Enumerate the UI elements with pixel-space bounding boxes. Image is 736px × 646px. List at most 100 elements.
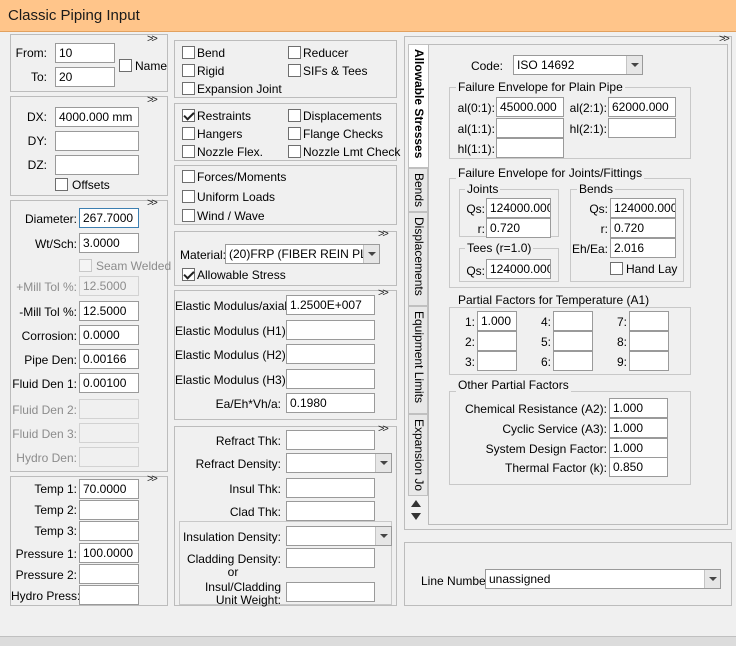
nozzle-lmt-check-checkbox[interactable] <box>288 145 301 158</box>
tab-displacements[interactable]: Displacements <box>408 212 428 306</box>
rigid-checkbox[interactable] <box>182 64 195 77</box>
tab-bends[interactable]: Bends <box>408 168 428 212</box>
bends-qs-input[interactable]: 124000.000 <box>610 198 676 218</box>
hangers-checkbox[interactable] <box>182 127 195 140</box>
seam-welded-checkbox[interactable] <box>79 259 92 272</box>
minus-mill-tol-input[interactable]: 12.5000 <box>79 301 139 321</box>
joints-r-input[interactable]: 0.720 <box>486 218 551 238</box>
temp-factor-2-input[interactable] <box>477 331 517 351</box>
sifs-tees-checkbox[interactable] <box>288 64 301 77</box>
insul-thk-input[interactable] <box>286 478 375 498</box>
tab-scroll-up-icon[interactable] <box>411 500 421 507</box>
offsets-checkbox[interactable] <box>55 178 68 191</box>
corrosion-input[interactable]: 0.0000 <box>79 325 139 345</box>
elastic-modulus-axial-input[interactable]: 1.2500E+007 <box>286 295 375 315</box>
temp-2-input[interactable] <box>79 500 139 520</box>
al01-input[interactable]: 45000.000 <box>496 97 564 117</box>
chevron-down-icon[interactable] <box>375 527 391 545</box>
cyclic-service-input[interactable]: 1.000 <box>609 418 668 438</box>
line-number-select[interactable]: unassigned <box>485 569 721 589</box>
pressure-1-input[interactable]: 100.0000 <box>79 543 139 563</box>
temp-factor-5-input[interactable] <box>553 331 593 351</box>
restraints-checkbox[interactable] <box>182 109 195 122</box>
eh-ea-input[interactable]: 2.016 <box>610 238 676 258</box>
clad-thk-input[interactable] <box>286 501 375 521</box>
flange-checks-checkbox[interactable] <box>288 127 301 140</box>
diameter-input[interactable]: 267.7000 <box>79 208 139 228</box>
hydro-den-input[interactable] <box>79 447 139 467</box>
plus-mill-tol-input[interactable]: 12.5000 <box>79 276 139 296</box>
temp-factor-4-input[interactable] <box>553 311 593 331</box>
tab-scroll-down-icon[interactable] <box>411 513 421 520</box>
temp-factor-1-input[interactable]: 1.000 <box>477 311 517 331</box>
chemical-resistance-input[interactable]: 1.000 <box>609 398 668 418</box>
reducer-checkbox[interactable] <box>288 46 301 59</box>
panel-expand-button[interactable]: >> <box>147 473 158 485</box>
uniform-loads-checkbox[interactable] <box>182 190 195 203</box>
temp-factor-7-input[interactable] <box>629 311 669 331</box>
forces-moments-checkbox[interactable] <box>182 170 195 183</box>
dx-input[interactable]: 4000.000 mm <box>55 107 139 127</box>
tees-qs-input[interactable]: 124000.000 <box>486 259 551 279</box>
chevron-down-icon[interactable] <box>704 570 720 588</box>
temp-factor-8-input[interactable] <box>629 331 669 351</box>
to-node-input[interactable]: 20 <box>55 67 115 87</box>
temp-2-label: Temp 2: <box>34 503 77 517</box>
bends-r-input[interactable]: 0.720 <box>610 218 676 238</box>
hl21-input[interactable] <box>608 118 676 138</box>
pressure-2-input[interactable] <box>79 564 139 584</box>
dz-input[interactable] <box>55 155 139 175</box>
tab-allowable-stresses[interactable]: Allowable Stresses <box>408 44 428 168</box>
temp-factor-9-input[interactable] <box>629 351 669 371</box>
pipe-den-input[interactable]: 0.00166 <box>79 349 139 369</box>
elastic-modulus-h3-input[interactable] <box>286 369 375 389</box>
fluid-den-1-input[interactable]: 0.00100 <box>79 373 139 393</box>
hydro-press-input[interactable] <box>79 585 139 605</box>
displacements-checkbox[interactable] <box>288 109 301 122</box>
hl11-input[interactable] <box>496 138 564 158</box>
thermal-factor-input[interactable]: 0.850 <box>609 457 668 477</box>
tab-expansion-joints[interactable]: Expansion Jo <box>408 414 428 496</box>
temp-1-input[interactable]: 70.0000 <box>79 479 139 499</box>
insulation-density-select[interactable] <box>286 526 392 546</box>
wtsch-input[interactable]: 3.0000 <box>79 233 139 253</box>
joints-qs-input[interactable]: 124000.000 <box>486 198 551 218</box>
system-design-factor-input[interactable]: 1.000 <box>609 438 668 458</box>
temp-factor-3-input[interactable] <box>477 351 517 371</box>
dy-input[interactable] <box>55 131 139 151</box>
name-checkbox[interactable] <box>119 59 132 72</box>
refract-thk-input[interactable] <box>286 430 375 450</box>
bottom-scrollbar[interactable] <box>0 636 736 646</box>
al11-input[interactable] <box>496 118 564 138</box>
allowable-stress-checkbox[interactable] <box>182 268 195 281</box>
panel-expand-button[interactable]: >> <box>378 228 389 240</box>
panel-expand-button[interactable]: >> <box>378 423 389 435</box>
material-select[interactable]: (20)FRP (FIBER REIN PLAS <box>225 244 380 264</box>
panel-expand-button[interactable]: >> <box>378 287 389 299</box>
panel-expand-button[interactable]: >> <box>147 33 158 45</box>
fluid-den-2-input[interactable] <box>79 399 139 419</box>
cladding-density-input[interactable] <box>286 548 375 568</box>
refract-density-select[interactable] <box>286 453 392 473</box>
from-node-input[interactable]: 10 <box>55 43 115 63</box>
temp-3-input[interactable] <box>79 521 139 541</box>
expansion-joint-checkbox[interactable] <box>182 82 195 95</box>
panel-expand-button[interactable]: >> <box>147 197 158 209</box>
al21-input[interactable]: 62000.000 <box>608 97 676 117</box>
unit-weight-input[interactable] <box>286 582 375 602</box>
wind-wave-checkbox[interactable] <box>182 209 195 222</box>
elastic-modulus-h2-input[interactable] <box>286 344 375 364</box>
code-select[interactable]: ISO 14692 <box>513 55 643 75</box>
temp-factor-6-input[interactable] <box>553 351 593 371</box>
panel-expand-button[interactable]: >> <box>147 94 158 106</box>
chevron-down-icon[interactable] <box>363 245 379 263</box>
ea-eh-ratio-input[interactable]: 0.1980 <box>286 393 375 413</box>
nozzle-flex-checkbox[interactable] <box>182 145 195 158</box>
fluid-den-3-input[interactable] <box>79 423 139 443</box>
hand-lay-checkbox[interactable] <box>610 262 623 275</box>
tab-equipment-limits[interactable]: Equipment Limits <box>408 306 428 414</box>
bend-checkbox[interactable] <box>182 46 195 59</box>
chevron-down-icon[interactable] <box>375 454 391 472</box>
chevron-down-icon[interactable] <box>626 56 642 74</box>
elastic-modulus-h1-input[interactable] <box>286 320 375 340</box>
